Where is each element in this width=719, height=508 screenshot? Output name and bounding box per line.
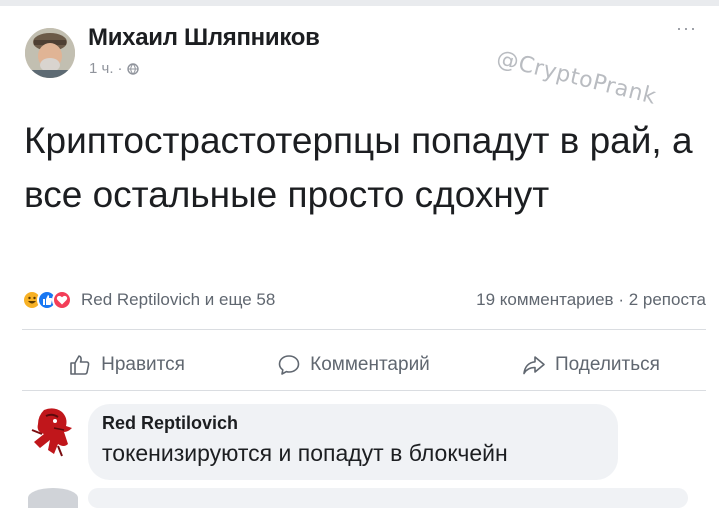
next-comment-bubble — [88, 488, 688, 508]
reactions-summary[interactable]: Red Reptilovich и еще 58 — [81, 290, 275, 310]
comment-button[interactable]: Комментарий — [277, 353, 430, 377]
share-button[interactable]: Поделиться — [522, 353, 660, 377]
actions-divider — [22, 390, 706, 391]
commenter-avatar[interactable] — [24, 404, 80, 460]
stats-divider — [22, 329, 706, 330]
post-text: Криптострастотерпцы попадут в рай, а все… — [24, 120, 693, 215]
like-label: Нравится — [101, 354, 185, 375]
author-avatar[interactable] — [25, 28, 75, 78]
post-stats: Red Reptilovich и еще 58 19 комментариев… — [22, 288, 706, 312]
meta-separator: · — [117, 60, 123, 77]
action-bar: Нравится Комментарий Поделиться — [22, 342, 706, 388]
share-label: Поделиться — [554, 354, 660, 375]
post-card: Михаил Шляпников 1 ч. · ··· @CryptoPrank… — [0, 6, 719, 508]
globe-icon — [126, 62, 139, 75]
thumbs-up-icon — [70, 355, 90, 375]
comment-bubble: Red Reptilovich токенизируются и попадут… — [88, 404, 618, 480]
speech-bubble-icon — [278, 355, 300, 375]
love-reaction-icon — [52, 290, 72, 310]
comment-author[interactable]: Red Reptilovich — [102, 413, 604, 434]
comment-label: Комментарий — [310, 354, 430, 375]
author-photo — [25, 28, 75, 78]
post-meta: 1 ч. · — [89, 60, 139, 77]
share-arrow-icon — [523, 356, 545, 375]
watermark-text: @CryptoPrank — [493, 46, 659, 110]
next-commenter-avatar[interactable] — [28, 488, 78, 508]
post-time[interactable]: 1 ч. — [89, 60, 114, 77]
like-button[interactable]: Нравится — [68, 353, 185, 377]
comments-shares-count[interactable]: 19 комментариев · 2 репоста — [476, 290, 706, 310]
reaction-icons[interactable] — [22, 290, 72, 310]
author-name[interactable]: Михаил Шляпников — [88, 24, 320, 52]
red-creature-avatar-icon — [31, 408, 72, 457]
more-options-icon[interactable]: ··· — [676, 18, 697, 39]
comment-text: токенизируются и попадут в блокчейн — [102, 440, 508, 466]
